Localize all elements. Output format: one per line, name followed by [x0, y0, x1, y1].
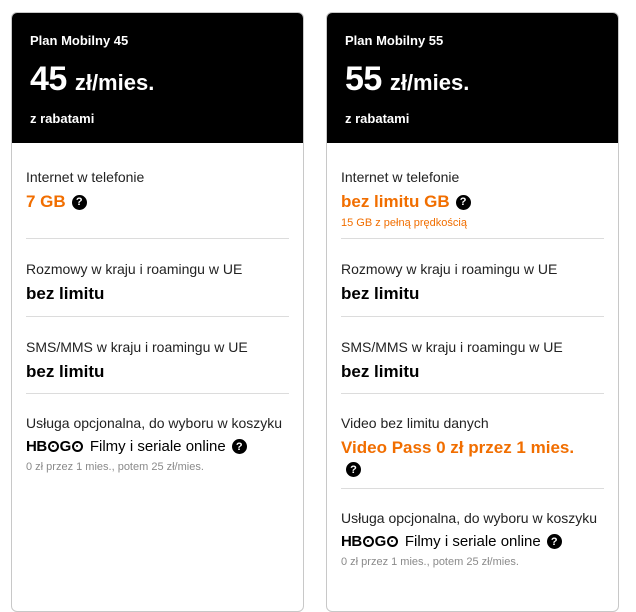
- plan-card-55[interactable]: Plan Mobilny 55 55 zł/mies. z rabatami I…: [326, 12, 619, 612]
- price-value: 45: [30, 60, 67, 98]
- optional-note: 0 zł przez 1 mies., potem 25 zł/mies.: [341, 556, 519, 568]
- hbo-go-logo: HB G: [341, 533, 399, 550]
- price-unit: zł/mies.: [389, 70, 470, 95]
- plan-name: Plan Mobilny 45: [30, 33, 129, 48]
- feature-label: Rozmowy w kraju i roamingu w UE: [341, 261, 558, 277]
- price-unit: zł/mies.: [74, 70, 155, 95]
- question-circle-icon[interactable]: ?: [71, 194, 87, 210]
- feature-video: Video bez limitu danych Video Pass 0 zł …: [341, 394, 604, 489]
- feature-optional: Usługa opcjonalna, do wyboru w koszyku H…: [341, 489, 604, 568]
- feature-value: bez limitu GB ?: [341, 192, 604, 212]
- feature-value: bez limitu: [341, 362, 420, 381]
- price-value: 55: [345, 60, 382, 98]
- feature-label: SMS/MMS w kraju i roamingu w UE: [26, 339, 248, 355]
- optional-service[interactable]: HB G Filmy i seriale online ?: [341, 533, 604, 550]
- internet-value: bez limitu GB: [341, 192, 450, 211]
- feature-value: bez limitu: [26, 362, 105, 381]
- feature-value: bez limitu: [341, 284, 420, 303]
- feature-label: Usługa opcjonalna, do wyboru w koszyku: [341, 510, 598, 526]
- feature-label: SMS/MMS w kraju i roamingu w UE: [341, 339, 563, 355]
- feature-label: Internet w telefonie: [26, 169, 145, 185]
- plan-header: Plan Mobilny 55 55 zł/mies. z rabatami: [327, 13, 618, 143]
- optional-note: 0 zł przez 1 mies., potem 25 zł/mies.: [26, 461, 204, 473]
- feature-label: Video bez limitu danych: [341, 415, 489, 431]
- feature-internet: Internet w telefonie 7 GB ?: [26, 143, 289, 239]
- feature-calls: Rozmowy w kraju i roamingu w UE bez limi…: [341, 239, 604, 317]
- feature-label: Usługa opcjonalna, do wyboru w koszyku: [26, 415, 283, 431]
- plan-name: Plan Mobilny 55: [345, 33, 444, 48]
- optional-text: Filmy i seriale online: [89, 438, 226, 455]
- plan-header: Plan Mobilny 45 45 zł/mies. z rabatami: [12, 13, 303, 143]
- feature-sms: SMS/MMS w kraju i roamingu w UE bez limi…: [26, 317, 289, 394]
- feature-sms: SMS/MMS w kraju i roamingu w UE bez limi…: [341, 317, 604, 394]
- feature-label: Rozmowy w kraju i roamingu w UE: [26, 261, 243, 277]
- question-circle-icon[interactable]: ?: [546, 534, 562, 549]
- feature-value: Video Pass 0 zł przez 1 mies.: [341, 438, 575, 457]
- hbo-go-logo: HB G: [26, 438, 84, 455]
- video-help: ?: [341, 462, 604, 477]
- feature-optional: Usługa opcjonalna, do wyboru w koszyku H…: [26, 394, 289, 473]
- optional-service[interactable]: HB G Filmy i seriale online ?: [26, 438, 289, 455]
- feature-value: bez limitu: [26, 284, 105, 303]
- question-circle-icon[interactable]: ?: [455, 194, 471, 210]
- feature-value: 7 GB ?: [26, 192, 289, 212]
- internet-value: 7 GB: [26, 192, 66, 211]
- internet-sub: 15 GB z pełną prędkością: [341, 217, 467, 229]
- question-circle-icon[interactable]: ?: [346, 462, 361, 477]
- feature-calls: Rozmowy w kraju i roamingu w UE bez limi…: [26, 239, 289, 317]
- plan-card-45[interactable]: Plan Mobilny 45 45 zł/mies. z rabatami I…: [11, 12, 304, 612]
- optional-text: Filmy i seriale online: [404, 533, 541, 550]
- feature-label: Internet w telefonie: [341, 169, 460, 185]
- plan-features: Internet w telefonie 7 GB ? Rozmowy w kr…: [12, 143, 303, 473]
- plan-features: Internet w telefonie bez limitu GB ? 15 …: [327, 143, 618, 568]
- price-row: 45 zł/mies.: [30, 60, 285, 99]
- feature-internet: Internet w telefonie bez limitu GB ? 15 …: [341, 143, 604, 239]
- price-note: z rabatami: [345, 111, 410, 126]
- price-note: z rabatami: [30, 111, 95, 126]
- price-row: 55 zł/mies.: [345, 60, 600, 99]
- question-circle-icon[interactable]: ?: [231, 439, 247, 454]
